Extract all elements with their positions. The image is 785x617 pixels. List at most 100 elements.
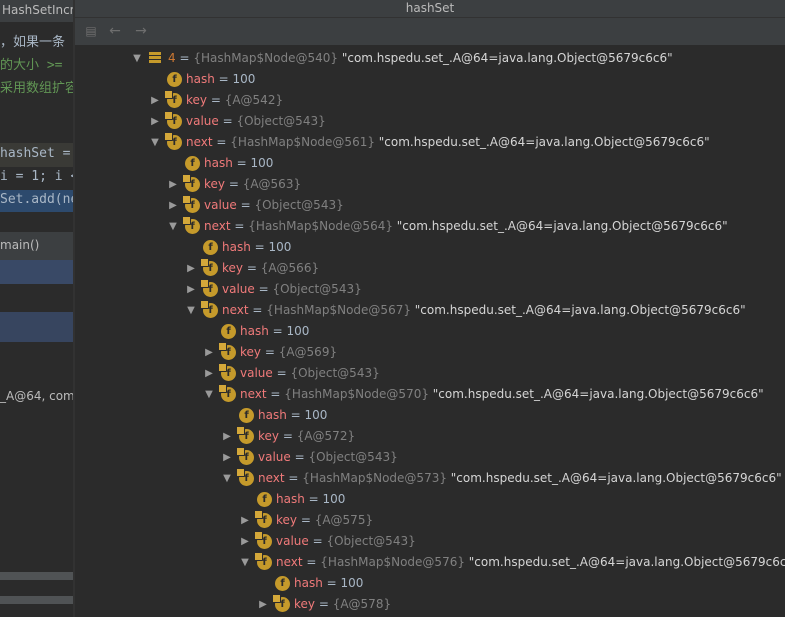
frame-item-main[interactable]: main()	[0, 238, 39, 252]
variable-name: key	[276, 513, 298, 527]
tree-row[interactable]: ▶ f key = {A@575}	[75, 510, 785, 531]
tree-row[interactable]: ▼ 4 = {HashMap$Node@540} "com.hspedu.set_…	[75, 48, 785, 69]
collapsed-arrow-icon[interactable]: ▶	[149, 90, 161, 111]
code-line: i = 1; i <	[0, 169, 73, 184]
expanded-arrow-icon[interactable]: ▼	[221, 468, 233, 489]
tree-row[interactable]: ▶ f key = {A@566}	[75, 258, 785, 279]
field-icon: f	[164, 90, 182, 108]
variable-snippet[interactable]: _A@64, com.	[0, 389, 73, 403]
collapsed-arrow-icon[interactable]: ▶	[221, 426, 233, 447]
field-icon: f	[182, 216, 200, 234]
variable-name: hash	[240, 324, 269, 338]
layout-icon[interactable]: ▤	[81, 22, 101, 40]
tree-row[interactable]: ▶ f key = {A@542}	[75, 90, 785, 111]
expanded-arrow-icon[interactable]: ▼	[203, 384, 215, 405]
field-icon: f	[167, 72, 182, 87]
collapsed-arrow-icon[interactable]: ▶	[167, 195, 179, 216]
tree-row[interactable]: ▼ f next = {HashMap$Node@576} "com.hspedu.…	[75, 552, 785, 573]
expanded-arrow-icon[interactable]: ▼	[167, 216, 179, 237]
tree-row[interactable]: ▶ f key = {A@563}	[75, 174, 785, 195]
back-arrow-icon[interactable]: ←	[105, 22, 125, 40]
selected-frame-bar[interactable]	[0, 260, 73, 284]
tree-row[interactable]: f hash = 100	[75, 573, 785, 594]
variable-name: value	[276, 534, 309, 548]
tree-row[interactable]: f hash = 100	[75, 237, 785, 258]
tree-row[interactable]: ▼ f next = {HashMap$Node@561} "com.hspedu.…	[75, 132, 785, 153]
tree-row-text: hash = 100	[204, 156, 274, 170]
expanded-arrow-icon[interactable]: ▼	[185, 300, 197, 321]
collapsed-arrow-icon[interactable]: ▶	[239, 510, 251, 531]
expanded-arrow-icon[interactable]: ▼	[239, 552, 251, 573]
tree-row[interactable]: ▼ f next = {HashMap$Node@573} "com.hspedu.…	[75, 468, 785, 489]
tree-row[interactable]: ▼ f next = {HashMap$Node@564} "com.hspedu.…	[75, 216, 785, 237]
collapsed-arrow-icon[interactable]: ▶	[167, 174, 179, 195]
variable-name: next	[276, 555, 303, 569]
tree-row[interactable]: ▶ f key = {A@569}	[75, 342, 785, 363]
variable-name: hash	[186, 72, 215, 86]
tree-row[interactable]: f hash = 100	[75, 69, 785, 90]
variable-name: next	[186, 135, 213, 149]
tree-row-text: key = {A@578}	[294, 597, 392, 611]
tree-row[interactable]: ▶ f value = {Object@543}	[75, 111, 785, 132]
object-reference: {A@542}	[224, 93, 284, 107]
collapsed-arrow-icon[interactable]: ▶	[185, 258, 197, 279]
tree-row[interactable]: ▶ f value = {Object@543}	[75, 279, 785, 300]
tree-row[interactable]: f hash = 100	[75, 153, 785, 174]
variable-name: value	[240, 366, 273, 380]
tree-row[interactable]: ▶ f value = {Object@543}	[75, 531, 785, 552]
object-reference: {HashMap$Node@573}	[302, 471, 447, 485]
tree-row[interactable]: ▼ f next = {HashMap$Node@567} "com.hspedu.…	[75, 300, 785, 321]
collapsed-arrow-icon[interactable]: ▶	[203, 342, 215, 363]
field-icon: f	[164, 111, 182, 129]
object-reference: {Object@543}	[290, 366, 380, 380]
code-line: 的大小 >=	[0, 58, 63, 73]
tree-row[interactable]: ▼ f next = {HashMap$Node@570} "com.hspedu.…	[75, 384, 785, 405]
variable-value: "com.hspedu.set_.A@64=java.lang.Object@5…	[464, 555, 785, 569]
collapsed-arrow-icon[interactable]: ▶	[149, 111, 161, 132]
tree-row-text: key = {A@563}	[204, 177, 302, 191]
editor-tab[interactable]: HashSetIncre	[0, 0, 73, 23]
tree-row[interactable]: ▶ f value = {Object@543}	[75, 447, 785, 468]
variable-value: "com.hspedu.set_.A@64=java.lang.Object@5…	[428, 387, 764, 401]
forward-arrow-icon[interactable]: →	[131, 22, 151, 40]
variable-name: next	[240, 387, 267, 401]
object-reference: {Object@543}	[308, 450, 398, 464]
collapsed-arrow-icon[interactable]: ▶	[221, 447, 233, 468]
variable-name: hash	[294, 576, 323, 590]
tree-row[interactable]: ▶ f key = {A@578}	[75, 594, 785, 615]
tree-row[interactable]: f hash = 100	[75, 489, 785, 510]
expanded-arrow-icon[interactable]: ▼	[149, 132, 161, 153]
variable-value: 100	[322, 492, 346, 506]
variable-value: 100	[232, 72, 256, 86]
tree-row[interactable]: ▶ f key = {A@572}	[75, 426, 785, 447]
field-icon: f	[257, 492, 272, 507]
field-icon: f	[272, 594, 290, 612]
variable-name: key	[222, 261, 244, 275]
code-line: hashSet =	[0, 146, 71, 161]
code-line: Set.add(ne	[0, 192, 73, 207]
variable-name: value	[222, 282, 255, 296]
horizontal-scrollbar[interactable]	[0, 572, 73, 580]
tree-row[interactable]: ▶ f value = {Object@543}	[75, 195, 785, 216]
tree-row[interactable]: ▶ f value = {Object@543}	[75, 363, 785, 384]
field-icon: f	[200, 300, 218, 318]
object-reference: {HashMap$Node@567}	[266, 303, 411, 317]
tree-row-text: next = {HashMap$Node@576} "com.hspedu.se…	[276, 552, 785, 573]
variable-value: 100	[250, 156, 274, 170]
object-reference: {Object@543}	[272, 282, 362, 296]
variable-name: next	[258, 471, 285, 485]
variable-name: key	[204, 177, 226, 191]
horizontal-scrollbar[interactable]	[0, 596, 73, 604]
field-icon: f	[218, 363, 236, 381]
expanded-arrow-icon[interactable]: ▼	[131, 48, 143, 69]
tree-row[interactable]: f hash = 100	[75, 321, 785, 342]
tree-row-text: next = {HashMap$Node@564} "com.hspedu.se…	[204, 219, 728, 233]
collapsed-arrow-icon[interactable]: ▶	[185, 279, 197, 300]
collapsed-arrow-icon[interactable]: ▶	[257, 594, 269, 615]
field-icon: f	[254, 552, 272, 570]
collapsed-arrow-icon[interactable]: ▶	[203, 363, 215, 384]
object-reference: {A@566}	[260, 261, 320, 275]
collapsed-arrow-icon[interactable]: ▶	[239, 531, 251, 552]
tree-row-text: value = {Object@543}	[240, 366, 380, 380]
tree-row[interactable]: f hash = 100	[75, 405, 785, 426]
